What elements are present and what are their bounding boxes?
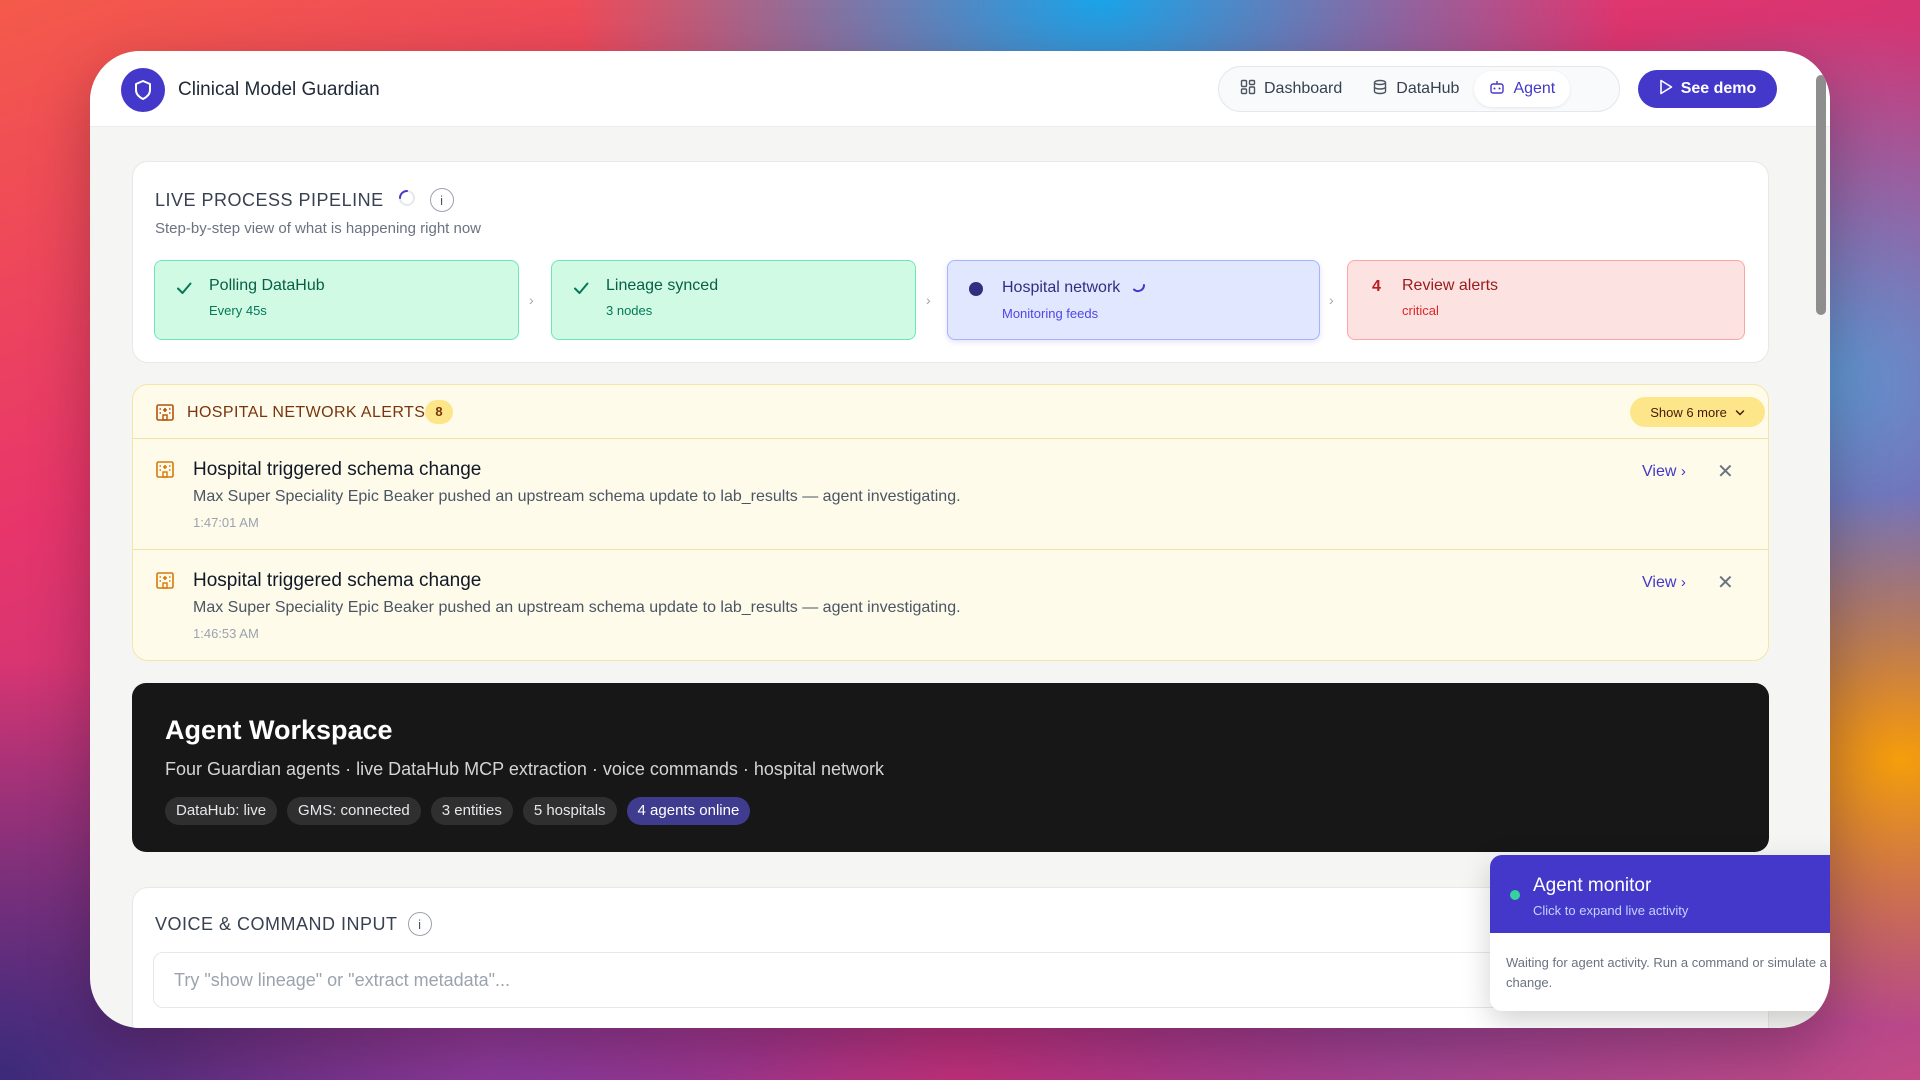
active-dot-icon: [968, 281, 984, 302]
command-input[interactable]: [153, 952, 1693, 1008]
stage-sub: 3 nodes: [606, 303, 653, 318]
pipeline-stage-lineage[interactable]: Lineage synced 3 nodes: [551, 260, 916, 340]
stage-label: Polling DataHub: [209, 277, 325, 294]
app-title: Clinical Model Guardian: [178, 79, 380, 100]
pipeline-title: LIVE PROCESS PIPELINE: [155, 189, 384, 210]
dashboard-grid-icon: [1240, 79, 1256, 100]
top-bar: Clinical Model Guardian Dashboard DataHu…: [90, 51, 1830, 127]
show-more-label: Show 6 more: [1650, 404, 1727, 420]
stage-label: Review alerts: [1402, 277, 1499, 294]
alert-title: Hospital triggered schema change: [193, 459, 482, 480]
loading-spinner-icon: [1130, 277, 1146, 298]
pipeline-stage-review-alerts[interactable]: 4 Review alerts critical: [1347, 260, 1745, 340]
agent-workspace-banner: Agent Workspace Four Guardian agents · l…: [132, 683, 1769, 852]
close-icon[interactable]: ✕: [1717, 570, 1734, 595]
pipeline-stage-hospital-network[interactable]: Hospital network Monitoring feeds: [947, 260, 1320, 340]
status-pill-entities: 3 entities: [430, 797, 513, 825]
see-demo-button[interactable]: See demo: [1638, 70, 1777, 108]
monitor-subtitle: Click to expand live activity: [1533, 903, 1689, 918]
nav-datahub-label: DataHub: [1396, 80, 1460, 97]
status-pill-gms: GMS: connected: [287, 797, 421, 825]
stage-sub: Monitoring feeds: [1002, 306, 1099, 321]
agent-monitor-panel: Agent monitor Click to expand live activ…: [1490, 855, 1830, 1011]
alert-view-link[interactable]: View ›: [1642, 574, 1686, 592]
stage-sub: critical: [1402, 303, 1439, 318]
stage-label-text: Hospital network: [1002, 278, 1121, 296]
alert-view-link[interactable]: View ›: [1642, 463, 1686, 481]
alert-timestamp: 1:46:53 AM: [193, 626, 259, 641]
alert-item: Hospital triggered schema change Max Sup…: [133, 550, 1768, 660]
stage-sub: Every 45s: [209, 303, 267, 318]
alerts-count-badge: 8: [425, 400, 453, 424]
pipeline-subtitle: Step-by-step view of what is happening r…: [155, 220, 482, 237]
voice-title: VOICE & COMMAND INPUT: [155, 913, 398, 934]
close-icon[interactable]: ✕: [1717, 459, 1734, 484]
workspace-subtitle: Four Guardian agents · live DataHub MCP …: [165, 759, 884, 779]
shield-logo-icon: [121, 68, 165, 112]
pipeline-info-icon[interactable]: i: [429, 188, 454, 212]
stage-label: Hospital network: [1002, 277, 1319, 298]
status-pill-datahub: DataHub: live: [165, 797, 278, 825]
stage-label: Lineage synced: [606, 277, 719, 294]
alert-timestamp: 1:47:01 AM: [193, 515, 259, 530]
status-dot-icon: [1510, 890, 1520, 900]
status-pill-hospitals: 5 hospitals: [522, 797, 617, 825]
alerts-title: HOSPITAL NETWORK ALERTS: [187, 404, 426, 421]
database-icon: [1372, 79, 1388, 100]
loading-spinner-icon: [398, 189, 416, 212]
robot-icon: [1489, 79, 1505, 100]
chevron-down-icon: [1735, 405, 1745, 420]
check-icon: [572, 279, 590, 302]
alert-count: 4: [1372, 278, 1381, 295]
voice-info-icon[interactable]: i: [407, 912, 432, 936]
main-nav: Dashboard DataHub Agent: [1218, 66, 1620, 112]
alert-view-label: View: [1642, 463, 1677, 480]
hospital-alerts-card: HOSPITAL NETWORK ALERTS 8 Show 6 more Ho…: [132, 384, 1769, 661]
pipeline-stage-polling[interactable]: Polling DataHub Every 45s: [154, 260, 519, 340]
nav-agent-label: Agent: [1513, 80, 1556, 97]
alert-title: Hospital triggered schema change: [193, 570, 482, 591]
alert-description: Max Super Speciality Epic Beaker pushed …: [193, 599, 961, 616]
check-icon: [175, 279, 193, 302]
window-scrollbar[interactable]: [1816, 75, 1826, 315]
nav-datahub[interactable]: DataHub: [1357, 71, 1474, 107]
app-window: Clinical Model Guardian Dashboard DataHu…: [90, 51, 1830, 1028]
workspace-status-pills: DataHub: live GMS: connected 3 entities 5 h…: [165, 797, 760, 825]
monitor-body: Waiting for agent activity. Run a comman…: [1506, 955, 1827, 990]
alert-view-label: View: [1642, 574, 1677, 591]
nav-dashboard[interactable]: Dashboard: [1225, 71, 1357, 107]
alerts-header: HOSPITAL NETWORK ALERTS 8 Show 6 more: [133, 385, 1768, 439]
chevron-right-icon: ›: [1680, 574, 1686, 591]
nav-agent[interactable]: Agent: [1474, 71, 1571, 107]
agent-monitor-header[interactable]: Agent monitor Click to expand live activ…: [1490, 855, 1830, 933]
chevron-right-icon: ›: [1680, 463, 1686, 480]
monitor-title: Agent monitor: [1533, 875, 1652, 896]
chevron-right-icon: ›: [1329, 292, 1334, 308]
pipeline-card: LIVE PROCESS PIPELINE i Step-by-step vie…: [132, 161, 1769, 363]
alert-description: Max Super Speciality Epic Beaker pushed …: [193, 488, 961, 505]
hospital-building-icon: [155, 402, 175, 427]
see-demo-label: See demo: [1680, 80, 1757, 97]
workspace-title: Agent Workspace: [165, 715, 393, 745]
nav-dashboard-label: Dashboard: [1264, 80, 1343, 97]
chevron-right-icon: ›: [529, 292, 534, 308]
status-pill-agents: 4 agents online: [626, 797, 751, 825]
hospital-building-icon: [155, 459, 175, 484]
hospital-building-icon: [155, 570, 175, 595]
play-icon: [1659, 79, 1673, 100]
show-more-button[interactable]: Show 6 more: [1630, 397, 1765, 427]
alert-item: Hospital triggered schema change Max Sup…: [133, 439, 1768, 550]
chevron-right-icon: ›: [926, 292, 931, 308]
